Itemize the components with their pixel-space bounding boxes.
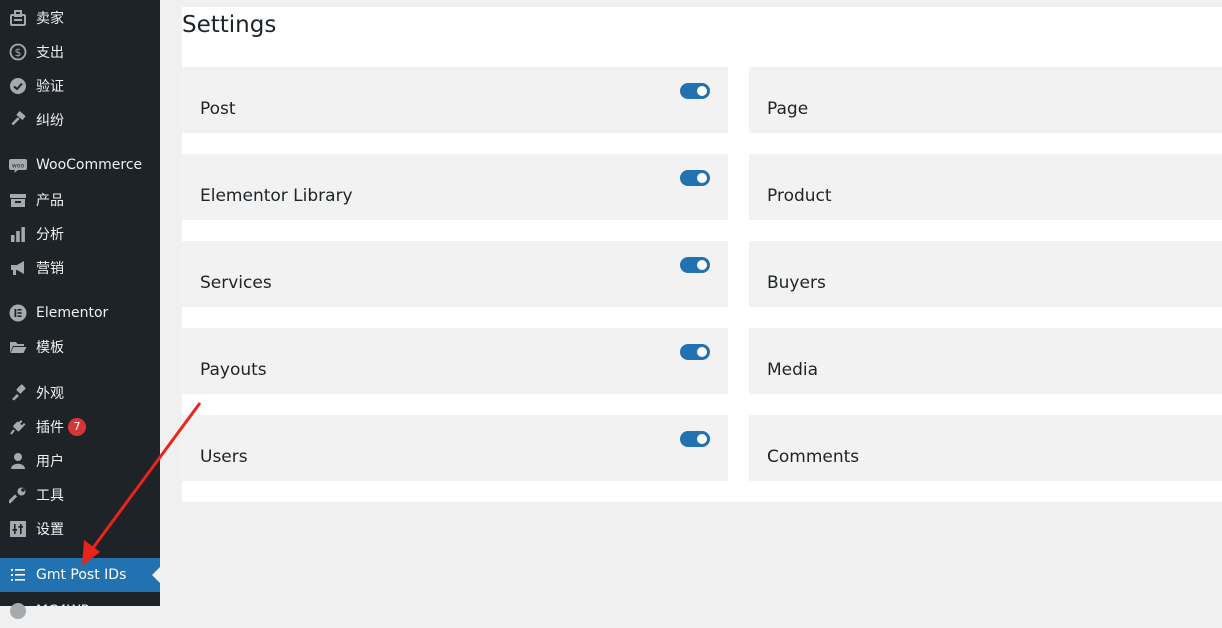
svg-text:woo: woo bbox=[12, 163, 25, 170]
sidebar-item-label: 营销 bbox=[36, 261, 64, 277]
dollar-icon: $ bbox=[8, 42, 28, 62]
sidebar-item-appearance[interactable]: 外观 bbox=[0, 376, 160, 410]
svg-text:$: $ bbox=[15, 46, 22, 59]
sidebar-item-label: Elementor bbox=[36, 305, 109, 321]
sidebar-item-payouts[interactable]: $ 支出 bbox=[0, 35, 160, 69]
payouts-toggle[interactable] bbox=[680, 344, 710, 360]
megaphone-icon bbox=[8, 258, 28, 278]
toggle-knob bbox=[697, 434, 707, 444]
sidebar-item-label: 外观 bbox=[36, 386, 64, 402]
post-toggle[interactable] bbox=[680, 83, 710, 99]
setting-card-users: Users bbox=[182, 415, 728, 481]
sidebar-item-label: 支出 bbox=[36, 45, 64, 61]
admin-sidebar: 卖家 $ 支出 验证 纠纷 woo WooCommerce 产品 分析 营销 E… bbox=[0, 0, 160, 619]
page-title: Settings bbox=[182, 12, 277, 38]
setting-card-product: Product bbox=[749, 154, 1222, 220]
sidebar-item-label: 设置 bbox=[36, 522, 64, 538]
setting-card-page: Page bbox=[749, 67, 1222, 133]
sidebar-item-label: 用户 bbox=[36, 454, 64, 470]
sidebar-item-verification[interactable]: 验证 bbox=[0, 69, 160, 103]
sidebar-item-label: 产品 bbox=[36, 193, 64, 209]
setting-label: Services bbox=[200, 273, 272, 293]
toggle-knob bbox=[697, 347, 707, 357]
setting-label: Elementor Library bbox=[200, 186, 353, 206]
bar-chart-icon bbox=[8, 224, 28, 244]
elementor-library-toggle[interactable] bbox=[680, 170, 710, 186]
sidebar-item-label: MC4WP bbox=[36, 603, 90, 619]
wrench-icon bbox=[8, 485, 28, 505]
elementor-icon bbox=[8, 303, 28, 323]
sidebar-item-templates[interactable]: 模板 bbox=[0, 330, 160, 364]
setting-card-elementor-library: Elementor Library bbox=[182, 154, 728, 220]
hammer-icon bbox=[8, 110, 28, 130]
seller-icon bbox=[8, 8, 28, 28]
paintbrush-icon bbox=[8, 383, 28, 403]
users-toggle[interactable] bbox=[680, 431, 710, 447]
sidebar-item-settings[interactable]: 设置 bbox=[0, 512, 160, 546]
update-count-badge: 7 bbox=[68, 418, 86, 436]
check-circle-icon bbox=[8, 76, 28, 96]
setting-label: Users bbox=[200, 447, 248, 467]
sidebar-item-woocommerce[interactable]: woo WooCommerce bbox=[0, 148, 160, 182]
toggle-knob bbox=[697, 86, 707, 96]
sidebar-item-label: 模板 bbox=[36, 340, 64, 356]
setting-label: Post bbox=[200, 99, 236, 119]
sidebar-item-label: 插件 bbox=[36, 420, 64, 436]
user-icon bbox=[8, 451, 28, 471]
list-icon bbox=[8, 565, 28, 585]
setting-card-payouts: Payouts bbox=[182, 328, 728, 394]
setting-card-services: Services bbox=[182, 241, 728, 307]
toggle-knob bbox=[697, 260, 707, 270]
sidebar-item-label: 验证 bbox=[36, 79, 64, 95]
archive-icon bbox=[8, 190, 28, 210]
sidebar-item-label: Gmt Post IDs bbox=[36, 567, 127, 583]
sidebar-item-plugins[interactable]: 插件 7 bbox=[0, 410, 160, 444]
sidebar-item-seller[interactable]: 卖家 bbox=[0, 1, 160, 35]
settings-sliders-icon bbox=[8, 519, 28, 539]
sidebar-item-products[interactable]: 产品 bbox=[0, 183, 160, 217]
sidebar-item-marketing[interactable]: 营销 bbox=[0, 251, 160, 285]
mc4wp-icon bbox=[8, 601, 28, 621]
setting-label: Media bbox=[767, 360, 819, 380]
setting-card-media: Media bbox=[749, 328, 1222, 394]
sidebar-item-mc4wp[interactable]: MC4WP bbox=[0, 594, 160, 628]
services-toggle[interactable] bbox=[680, 257, 710, 273]
sidebar-item-users[interactable]: 用户 bbox=[0, 444, 160, 478]
sidebar-item-label: 工具 bbox=[36, 488, 64, 504]
sidebar-item-tools[interactable]: 工具 bbox=[0, 478, 160, 512]
plugin-icon bbox=[8, 417, 28, 437]
woocommerce-icon: woo bbox=[8, 155, 28, 175]
sidebar-item-elementor[interactable]: Elementor bbox=[0, 296, 160, 330]
sidebar-item-label: 卖家 bbox=[36, 11, 64, 27]
setting-label: Product bbox=[767, 186, 832, 206]
setting-label: Payouts bbox=[200, 360, 267, 380]
setting-card-post: Post bbox=[182, 67, 728, 133]
folder-open-icon bbox=[8, 337, 28, 357]
setting-card-buyers: Buyers bbox=[749, 241, 1222, 307]
toggle-knob bbox=[697, 173, 707, 183]
sidebar-item-label: WooCommerce bbox=[36, 157, 143, 173]
sidebar-item-gmt-post-ids[interactable]: Gmt Post IDs bbox=[0, 558, 160, 592]
setting-label: Comments bbox=[767, 447, 860, 467]
setting-label: Buyers bbox=[767, 273, 826, 293]
sidebar-item-analytics[interactable]: 分析 bbox=[0, 217, 160, 251]
setting-card-comments: Comments bbox=[749, 415, 1222, 481]
setting-label: Page bbox=[767, 99, 809, 119]
sidebar-item-disputes[interactable]: 纠纷 bbox=[0, 103, 160, 137]
sidebar-item-label: 纠纷 bbox=[36, 113, 64, 129]
sidebar-item-label: 分析 bbox=[36, 227, 64, 243]
active-indicator bbox=[152, 567, 160, 583]
